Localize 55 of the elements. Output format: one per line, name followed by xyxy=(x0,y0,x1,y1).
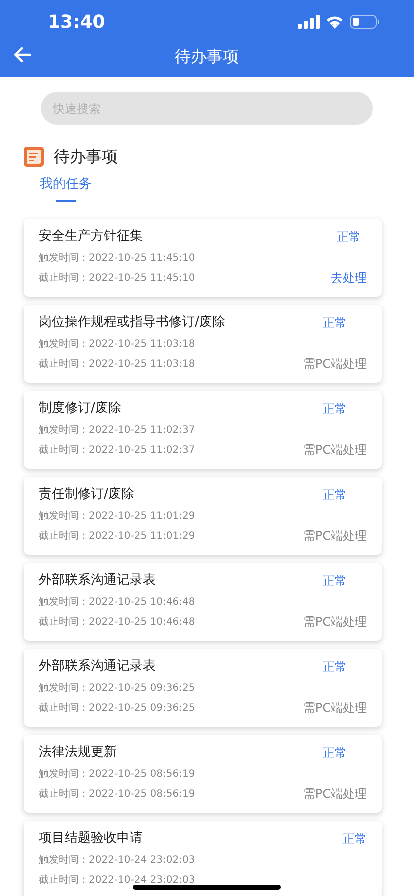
deadline-time: 截止时间：2022-10-25 11:02:37 xyxy=(39,444,196,458)
status-label: 正常 xyxy=(323,744,348,762)
trigger-time: 触发时间：2022-10-24 23:02:03 xyxy=(39,854,196,868)
deadline-time: 截止时间：2022-10-25 08:56:19 xyxy=(39,788,196,802)
deadline-time: 截止时间：2022-10-24 23:02:03 xyxy=(39,874,196,888)
task-title: 岗位操作规程或指导书修订/废除 xyxy=(39,314,226,332)
task-title: 项目结题验收申请 xyxy=(39,830,144,848)
deadline-time: 截止时间：2022-10-25 11:45:10 xyxy=(39,272,196,286)
document-icon xyxy=(24,147,44,167)
task-card[interactable]: 外部联系沟通记录表 触发时间：2022-10-25 09:36:25 截止时间：2022-10-25 09:36:25 正常 需PC端处理 xyxy=(24,648,382,726)
task-title: 外部联系沟通记录表 xyxy=(39,572,157,590)
page-title: 待办事项 xyxy=(175,46,239,68)
status-time: 13:40 xyxy=(48,10,106,34)
task-card[interactable]: 岗位操作规程或指导书修订/废除 触发时间：2022-10-25 11:03:18 截止时间：2022-10-25 11:03:18 正常 需PC端处理 xyxy=(24,304,382,382)
task-card[interactable]: 制度修订/废除 触发时间：2022-10-25 11:02:37 截止时间：2022-10-25 11:02:37 正常 需PC端处理 xyxy=(24,390,382,468)
section-title: 待办事项 xyxy=(54,146,118,168)
trigger-time: 触发时间：2022-10-25 11:03:18 xyxy=(39,338,196,352)
status-label: 正常 xyxy=(337,228,361,246)
task-title: 法律法规更新 xyxy=(39,744,118,762)
pc-only-note: 需PC端处理 xyxy=(303,528,367,544)
task-title: 安全生产方针征集 xyxy=(39,228,144,246)
task-title: 外部联系沟通记录表 xyxy=(39,658,157,676)
trigger-time: 触发时间：2022-10-25 11:02:37 xyxy=(39,424,196,438)
status-label: 正常 xyxy=(323,572,348,590)
task-card[interactable]: 外部联系沟通记录表 触发时间：2022-10-25 10:46:48 截止时间：2022-10-25 10:46:48 正常 需PC端处理 xyxy=(24,562,382,640)
deadline-time: 截止时间：2022-10-25 10:46:48 xyxy=(39,616,196,630)
trigger-time: 触发时间：2022-10-25 10:46:48 xyxy=(39,596,196,610)
pc-only-note: 需PC端处理 xyxy=(303,442,367,458)
trigger-time: 触发时间：2022-10-25 11:45:10 xyxy=(39,252,196,266)
tab[interactable]: 我的任务 xyxy=(40,175,92,202)
status-label: 正常 xyxy=(323,658,348,676)
status-label: 正常 xyxy=(343,830,367,848)
process-button[interactable]: 去处理 xyxy=(331,270,367,286)
deadline-time: 截止时间：2022-10-25 09:36:25 xyxy=(39,702,196,716)
task-card[interactable]: 责任制修订/废除 触发时间：2022-10-25 11:01:29 截止时间：2022-10-25 11:01:29 正常 需PC端处理 xyxy=(24,476,382,554)
status-label: 正常 xyxy=(323,400,348,418)
deadline-time: 截止时间：2022-10-25 11:01:29 xyxy=(39,530,196,544)
signal-icon xyxy=(298,15,320,29)
trigger-time: 触发时间：2022-10-25 11:01:29 xyxy=(39,510,196,524)
task-card[interactable]: 安全生产方针征集 触发时间：2022-10-25 11:45:10 截止时间：2022-10-25 11:45:10 正常 去处理 xyxy=(24,218,382,296)
trigger-time: 触发时间：2022-10-25 08:56:19 xyxy=(39,768,196,782)
status-label: 正常 xyxy=(323,314,348,332)
pc-only-note: 需PC端处理 xyxy=(303,700,367,716)
battery-icon xyxy=(350,15,380,29)
trigger-time: 触发时间：2022-10-25 09:36:25 xyxy=(39,682,196,696)
status-label: 正常 xyxy=(323,486,348,504)
pc-only-note: 需PC端处理 xyxy=(303,786,367,802)
task-card[interactable]: 法律法规更新 触发时间：2022-10-25 08:56:19 截止时间：2022-10-25 08:56:19 正常 需PC端处理 xyxy=(24,734,382,812)
task-card[interactable]: 项目结题验收申请 触发时间：2022-10-24 23:02:03 截止时间：2022-10-24 23:02:03 正常 xyxy=(24,820,382,896)
wifi-icon xyxy=(326,15,344,29)
task-title: 制度修订/废除 xyxy=(39,400,122,418)
task-title: 责任制修订/废除 xyxy=(39,486,136,504)
deadline-time: 截止时间：2022-10-25 11:03:18 xyxy=(39,358,196,372)
pc-only-note: 需PC端处理 xyxy=(303,356,367,372)
pc-only-note: 需PC端处理 xyxy=(303,614,367,630)
